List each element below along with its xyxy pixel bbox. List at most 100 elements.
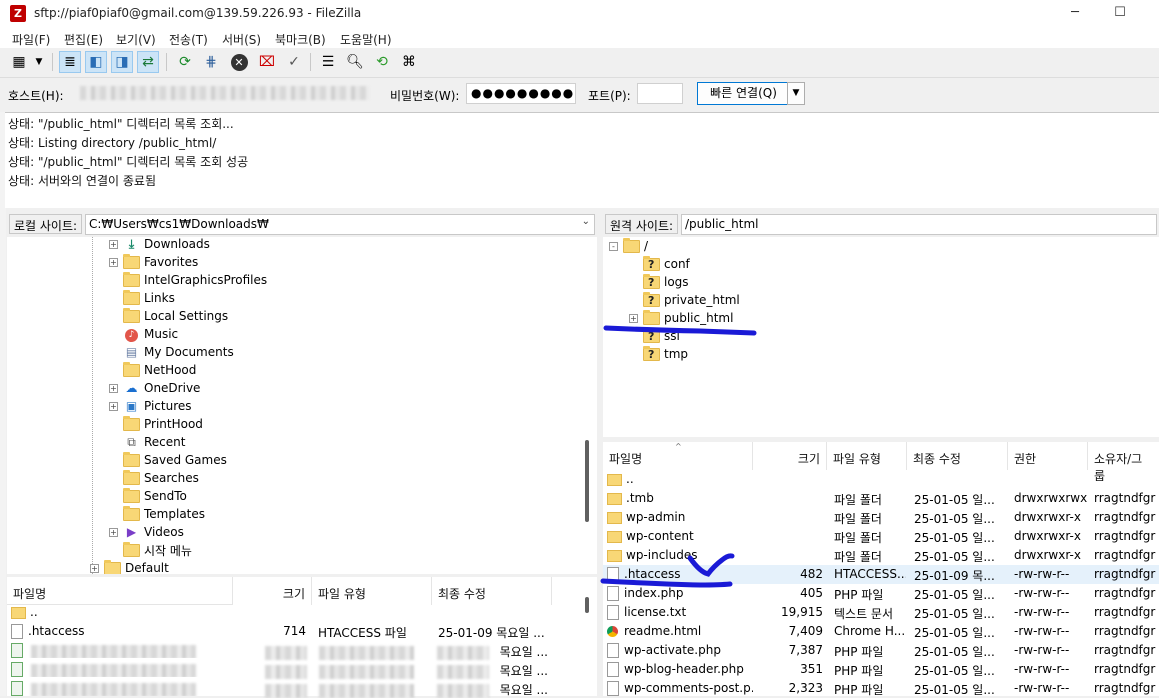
- local-tree-item[interactable]: Searches: [109, 469, 199, 487]
- file-size: 405: [800, 586, 823, 600]
- local-directory-tree[interactable]: + ⤓ Downloads + Favorites IntelGraphicsProfil…: [7, 237, 597, 574]
- search-icon[interactable]: 🔍︎: [344, 51, 366, 73]
- remote-file-row[interactable]: wp-content 파일 폴더 25-01-05 일... drwxrwxr-x rr…: [603, 527, 1159, 546]
- remote-file-list[interactable]: 파일명 크기 파일 유형 최종 수정 권한 소유자/그룹 ^ .. .tmb 파일 …: [603, 442, 1159, 698]
- toggle-log-icon[interactable]: ≣: [59, 51, 81, 73]
- remote-col-owner[interactable]: 소유자/그룹: [1088, 442, 1159, 483]
- local-tree-item[interactable]: + Default: [90, 559, 169, 574]
- local-tree-item[interactable]: 시작 메뉴: [109, 541, 192, 559]
- menu-help[interactable]: 도움말(H): [340, 31, 392, 48]
- local-tree-item[interactable]: IntelGraphicsProfiles: [109, 271, 267, 289]
- local-tree-scrollbar[interactable]: [585, 440, 589, 522]
- local-file-list[interactable]: 파일명 크기 파일 유형 최종 수정 .. .htaccess 714 HTACCES…: [7, 577, 597, 698]
- remote-tree-item[interactable]: - /: [609, 237, 648, 255]
- site-manager-dropdown-icon[interactable]: ▼: [32, 51, 46, 73]
- local-tree-item[interactable]: ▤ My Documents: [109, 343, 234, 361]
- remote-path-input[interactable]: /public_html: [681, 214, 1157, 235]
- expand-toggle-icon[interactable]: +: [90, 563, 99, 573]
- menu-transfer[interactable]: 전송(T): [169, 31, 208, 48]
- remote-col-modified[interactable]: 최종 수정: [907, 442, 1008, 470]
- toggle-local-tree-icon[interactable]: ◧: [85, 51, 107, 73]
- local-tree-item[interactable]: + Favorites: [109, 253, 198, 271]
- remote-file-row[interactable]: wp-admin 파일 폴더 25-01-05 일... drwxrwxr-x rrag…: [603, 508, 1159, 527]
- remote-col-permissions[interactable]: 권한: [1008, 442, 1088, 470]
- remote-file-row[interactable]: index.php 405 PHP 파일 25-01-05 일... -rw-rw-r-…: [603, 584, 1159, 603]
- remote-tree-item[interactable]: private_html: [629, 291, 740, 309]
- directory-filter-icon[interactable]: ☰: [317, 51, 339, 73]
- refresh-icon[interactable]: ⟳: [174, 51, 196, 73]
- remote-file-row[interactable]: license.txt 19,915 텍스트 문서 25-01-05 일... -rw-…: [603, 603, 1159, 622]
- binoculars-icon[interactable]: ⌘: [398, 51, 420, 73]
- remote-tree-item[interactable]: ssl: [629, 327, 680, 345]
- remote-file-row[interactable]: wp-includes 파일 폴더 25-01-05 일... drwxrwxr-x r…: [603, 546, 1159, 565]
- local-tree-item[interactable]: SendTo: [109, 487, 187, 505]
- local-col-modified[interactable]: 최종 수정: [432, 577, 552, 605]
- cancel-icon[interactable]: ✕: [228, 51, 250, 73]
- remote-tree-item[interactable]: logs: [629, 273, 689, 291]
- remote-file-row[interactable]: wp-blog-header.php 351 PHP 파일 25-01-05 일...…: [603, 660, 1159, 679]
- local-tree-item[interactable]: + ⤓ Downloads: [109, 237, 210, 253]
- toggle-remote-tree-icon[interactable]: ◨: [111, 51, 133, 73]
- local-list-scrollbar[interactable]: [585, 597, 589, 613]
- local-file-row[interactable]: 목요일 ...: [7, 679, 582, 698]
- expand-toggle-icon[interactable]: +: [629, 313, 638, 323]
- expand-toggle-icon[interactable]: +: [109, 239, 118, 249]
- menu-file[interactable]: 파일(F): [12, 31, 50, 48]
- local-col-name[interactable]: 파일명: [7, 577, 233, 605]
- local-tree-item[interactable]: Templates: [109, 505, 205, 523]
- remote-tree-item[interactable]: + public_html: [629, 309, 733, 327]
- chevron-down-icon[interactable]: ⌄: [582, 216, 590, 227]
- toggle-queue-icon[interactable]: ⇄: [137, 51, 159, 73]
- site-manager-icon[interactable]: ▦: [8, 51, 30, 73]
- maximize-button[interactable]: ☐: [1097, 0, 1143, 28]
- expand-toggle-icon[interactable]: +: [109, 401, 118, 411]
- menu-server[interactable]: 서버(S): [222, 31, 261, 48]
- sync-browse-icon[interactable]: ⟲: [371, 51, 393, 73]
- menu-view[interactable]: 보기(V): [116, 31, 156, 48]
- menu-edit[interactable]: 편집(E): [64, 31, 103, 48]
- local-tree-item[interactable]: NetHood: [109, 361, 196, 379]
- remote-file-row[interactable]: readme.html 7,409 Chrome H... 25-01-05 일...…: [603, 622, 1159, 641]
- remote-file-row[interactable]: ..: [603, 470, 1159, 489]
- quickconnect-dropdown-icon[interactable]: ▼: [787, 82, 805, 105]
- remote-tree-item[interactable]: tmp: [629, 345, 688, 363]
- message-log[interactable]: 상태: "/public_html" 디렉터리 목록 조회... 상태: Lis…: [5, 112, 1159, 208]
- minimize-button[interactable]: ─: [1052, 0, 1098, 28]
- expand-toggle-icon[interactable]: +: [109, 257, 118, 267]
- password-input[interactable]: ●●●●●●●●●: [466, 83, 576, 104]
- local-tree-item[interactable]: + ☁ OneDrive: [109, 379, 200, 397]
- local-file-row[interactable]: 목요일 ...: [7, 641, 582, 660]
- remote-file-row[interactable]: .tmb 파일 폴더 25-01-05 일... drwxrwxrwx rragtndf…: [603, 489, 1159, 508]
- remote-col-size[interactable]: 크기: [753, 442, 827, 470]
- remote-col-type[interactable]: 파일 유형: [827, 442, 907, 470]
- local-file-row[interactable]: ..: [7, 603, 582, 622]
- local-tree-item[interactable]: + ▣ Pictures: [109, 397, 192, 415]
- port-input[interactable]: [637, 83, 683, 104]
- local-path-input[interactable]: C:₩Users₩cs1₩Downloads₩ ⌄: [85, 214, 595, 235]
- remote-tree-item[interactable]: conf: [629, 255, 690, 273]
- local-file-row[interactable]: 목요일 ...: [7, 660, 582, 679]
- reconnect-icon[interactable]: ✓: [283, 51, 305, 73]
- remote-file-row[interactable]: .htaccess 482 HTACCESS... 25-01-09 목... -rw-…: [603, 565, 1159, 584]
- local-col-size[interactable]: 크기: [233, 577, 312, 605]
- local-col-type[interactable]: 파일 유형: [312, 577, 432, 605]
- local-tree-item[interactable]: ⧉ Recent: [109, 433, 185, 451]
- process-queue-icon[interactable]: ⋕: [200, 51, 222, 73]
- quickconnect-button[interactable]: 빠른 연결(Q): [697, 82, 790, 105]
- local-file-row[interactable]: .htaccess 714 HTACCESS 파일 25-01-09 목요일 ...: [7, 622, 582, 641]
- local-tree-item[interactable]: Saved Games: [109, 451, 227, 469]
- local-tree-item[interactable]: Local Settings: [109, 307, 228, 325]
- disconnect-icon[interactable]: ⌧: [256, 51, 278, 73]
- remote-file-row[interactable]: wp-activate.php 7,387 PHP 파일 25-01-05 일... -…: [603, 641, 1159, 660]
- expand-toggle-icon[interactable]: +: [109, 527, 118, 537]
- local-tree-item[interactable]: + ▶ Videos: [109, 523, 184, 541]
- host-input[interactable]: [74, 83, 378, 104]
- remote-file-row[interactable]: wp-comments-post.p... 2,323 PHP 파일 25-01-05…: [603, 679, 1159, 698]
- remote-directory-tree[interactable]: -/conflogsprivate_html+public_htmlssltmp: [603, 237, 1159, 437]
- local-tree-item[interactable]: ♪ Music: [109, 325, 178, 343]
- local-tree-item[interactable]: PrintHood: [109, 415, 203, 433]
- local-tree-item[interactable]: Links: [109, 289, 175, 307]
- expand-toggle-icon[interactable]: -: [609, 241, 618, 251]
- expand-toggle-icon[interactable]: +: [109, 383, 118, 393]
- menu-bookmarks[interactable]: 북마크(B): [275, 31, 326, 48]
